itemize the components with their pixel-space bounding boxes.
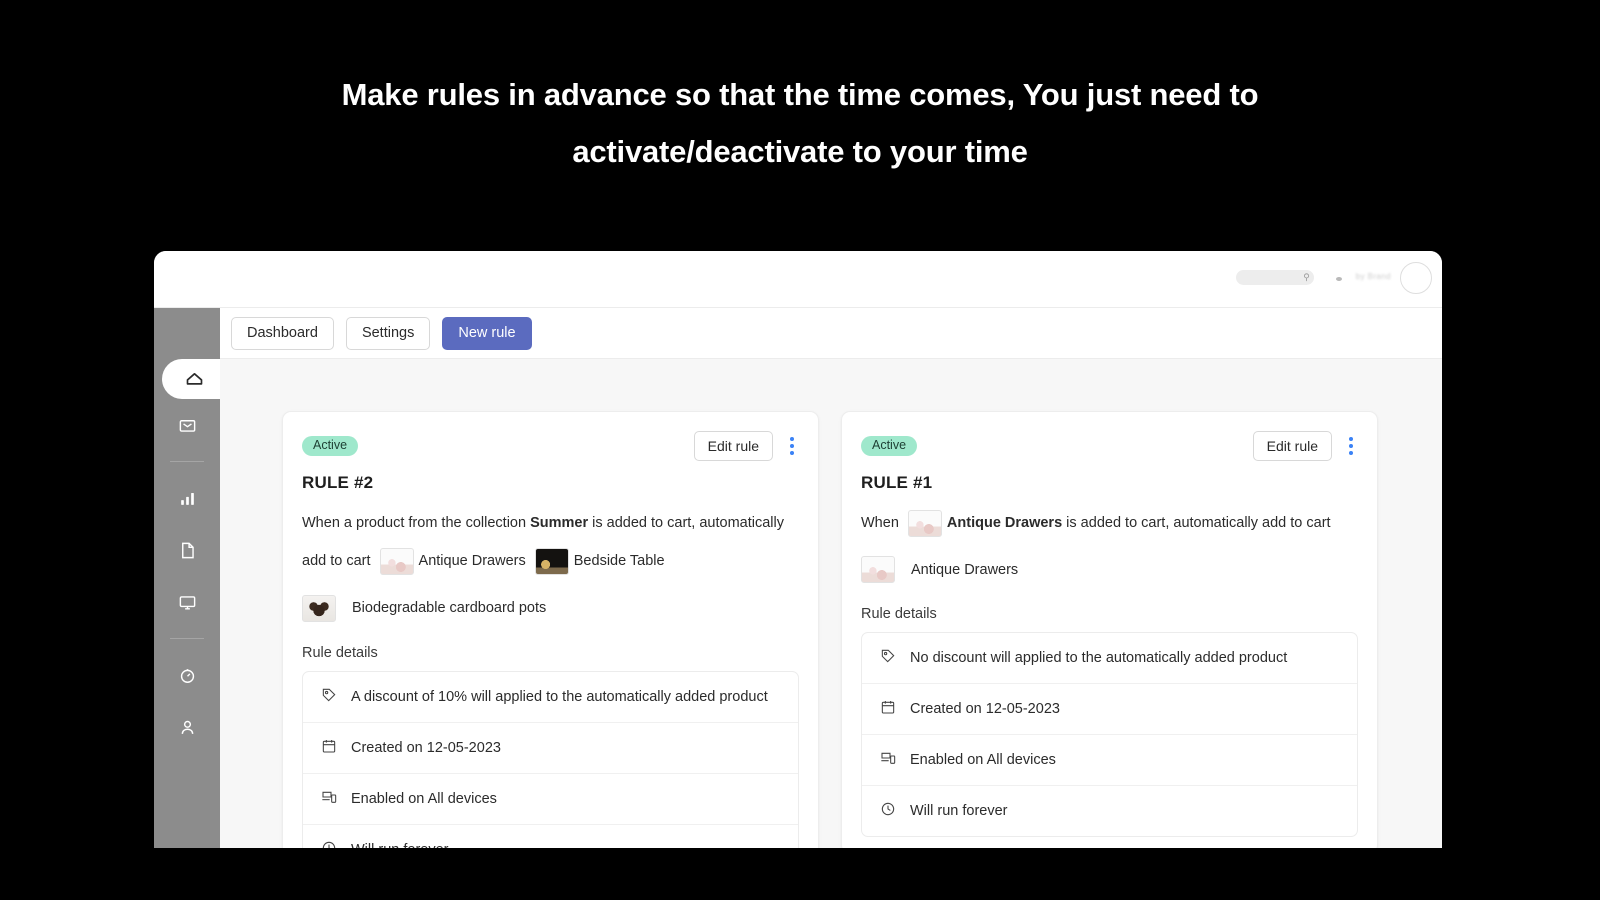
rule-card-header: Active Edit rule: [861, 431, 1358, 461]
more-options-icon[interactable]: [785, 433, 799, 459]
rule-card: Active Edit rule RULE #1 When Antique Dr…: [841, 411, 1378, 848]
tab-settings[interactable]: Settings: [345, 316, 431, 350]
clock-icon: [880, 801, 896, 821]
sidebar-item-timer[interactable]: [154, 649, 220, 701]
avatar[interactable]: [1400, 262, 1432, 294]
rule-desc-prefix: When a product from the collection: [302, 515, 531, 531]
detail-text: Will run forever: [910, 803, 1008, 820]
inline-product-name: Bedside Table: [573, 553, 665, 570]
product-thumbnail: [534, 548, 569, 576]
person-icon: [178, 718, 197, 737]
sidebar-item-documents[interactable]: [154, 524, 220, 576]
rule-card-actions: Edit rule: [693, 431, 799, 461]
topbar-blurred-text: by Brand: [1355, 272, 1391, 281]
sidebar-divider-1: [170, 461, 204, 462]
monitor-icon: [178, 593, 197, 612]
sidebar: [154, 308, 228, 848]
rule-desc-prefix: When: [861, 515, 903, 531]
rule-desc-suffix: is added to cart, automatically add to c…: [1062, 515, 1331, 531]
detail-row-created: Created on 12-05-2023: [303, 723, 798, 774]
more-options-icon[interactable]: [1344, 433, 1358, 459]
detail-row-created: Created on 12-05-2023: [862, 684, 1357, 736]
search-icon: ⚲: [1303, 272, 1310, 282]
discount-tag-icon: [880, 648, 896, 668]
detail-text: Will run forever: [351, 842, 449, 848]
browser-window: ⚲ by Brand Dashboard Settings New rule A…: [154, 251, 1442, 848]
calendar-icon: [321, 738, 337, 758]
list-item: Antique Drawers: [861, 556, 1019, 584]
detail-text: Enabled on All devices: [910, 752, 1056, 769]
status-badge: Active: [861, 436, 918, 456]
sidebar-item-analytics[interactable]: [154, 472, 220, 524]
detail-text: Created on 12-05-2023: [910, 701, 1060, 718]
rule-card: Active Edit rule RULE #2 When a product …: [282, 411, 819, 848]
sidebar-item-mail[interactable]: [154, 399, 220, 451]
detail-row-duration: Will run forever: [862, 786, 1357, 836]
product-list: Antique Drawers: [861, 548, 1358, 584]
sidebar-item-account[interactable]: [154, 701, 220, 753]
product-thumbnail: [861, 556, 895, 584]
product-name: Antique Drawers: [911, 561, 1019, 578]
rule-details-box: A discount of 10% will applied to the au…: [302, 670, 799, 848]
detail-row-devices: Enabled on All devices: [303, 774, 798, 825]
rules-list: Active Edit rule RULE #2 When a product …: [220, 359, 1442, 848]
tab-bar: Dashboard Settings New rule: [220, 308, 1442, 359]
envelope-icon: [178, 416, 197, 435]
app-body: Dashboard Settings New rule Active Edit …: [154, 308, 1442, 848]
devices-icon: [880, 750, 896, 770]
sidebar-item-home[interactable]: [162, 359, 228, 399]
status-dot-icon: [1336, 277, 1342, 281]
bar-chart-icon: [178, 489, 197, 508]
detail-text: Enabled on All devices: [351, 790, 497, 807]
sidebar-item-display[interactable]: [154, 576, 220, 628]
tab-dashboard[interactable]: Dashboard: [231, 316, 334, 350]
detail-row-discount: No discount will applied to the automati…: [862, 633, 1357, 685]
stopwatch-icon: [178, 666, 197, 685]
rule-description: When a product from the collection Summe…: [302, 504, 799, 581]
detail-row-discount: A discount of 10% will applied to the au…: [303, 672, 798, 723]
product-thumbnail: [907, 509, 942, 537]
rule-desc-highlight: Summer: [530, 515, 589, 531]
detail-row-duration: Will run forever: [303, 825, 798, 848]
page-headline: Make rules in advance so that the time c…: [341, 77, 1259, 170]
edit-rule-button[interactable]: Edit rule: [1252, 431, 1332, 461]
detail-text: No discount will applied to the automati…: [910, 650, 1288, 667]
list-item: Biodegradable cardboard pots: [302, 594, 547, 622]
detail-text: A discount of 10% will applied to the au…: [351, 688, 768, 705]
discount-tag-icon: [321, 687, 337, 707]
edit-rule-button[interactable]: Edit rule: [693, 431, 773, 461]
product-name: Biodegradable cardboard pots: [352, 600, 547, 617]
product-list: Biodegradable cardboard pots: [302, 587, 799, 622]
new-rule-button[interactable]: New rule: [442, 316, 532, 350]
app-topbar: ⚲ by Brand: [154, 251, 1442, 308]
rule-details-label: Rule details: [302, 644, 378, 661]
rule-title: RULE #2: [302, 473, 374, 492]
home-icon: [184, 369, 205, 390]
rule-details-label: Rule details: [861, 606, 937, 623]
calendar-icon: [880, 699, 896, 719]
product-thumbnail: [302, 594, 336, 622]
status-badge: Active: [302, 436, 359, 456]
main-content: Dashboard Settings New rule Active Edit …: [220, 308, 1442, 848]
detail-text: Created on 12-05-2023: [351, 739, 501, 756]
inline-product-name: Antique Drawers: [418, 553, 526, 570]
rule-card-header: Active Edit rule: [302, 431, 799, 461]
document-icon: [178, 541, 197, 560]
rule-description: When Antique Drawers is added to cart, a…: [861, 504, 1358, 542]
rule-title: RULE #1: [861, 473, 933, 492]
rule-desc-highlight: Antique Drawers: [946, 515, 1063, 531]
rule-details-box: No discount will applied to the automati…: [861, 632, 1358, 838]
product-thumbnail: [379, 548, 414, 576]
devices-icon: [321, 789, 337, 809]
rule-card-actions: Edit rule: [1252, 431, 1358, 461]
detail-row-devices: Enabled on All devices: [862, 735, 1357, 787]
clock-icon: [321, 840, 337, 848]
sidebar-divider-2: [170, 638, 204, 639]
